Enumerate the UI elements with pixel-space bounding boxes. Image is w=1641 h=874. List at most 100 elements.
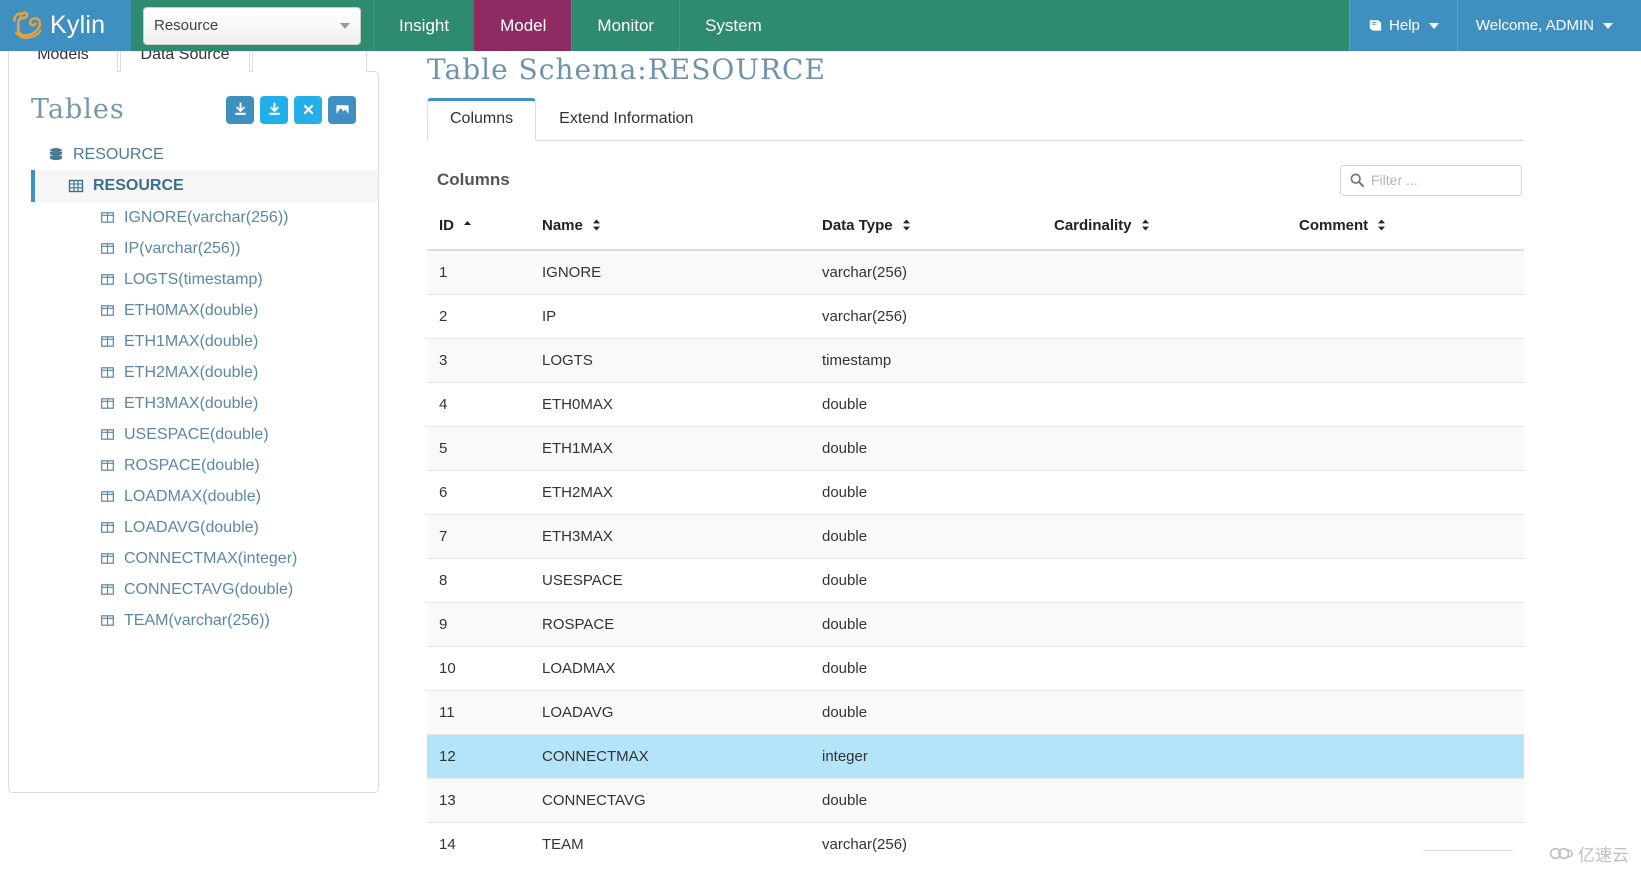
cell-comment: [1287, 733, 1524, 779]
table-row[interactable]: 1 IGNORE varchar(256): [427, 249, 1524, 295]
column-header-cardinality[interactable]: Cardinality: [1042, 207, 1287, 251]
tree-node-database[interactable]: RESOURCE: [9, 139, 378, 170]
tree-node-column[interactable]: ETH3MAX(double): [9, 388, 378, 419]
table-row[interactable]: 12 CONNECTMAX integer: [427, 733, 1524, 779]
nav-right: Help Welcome, ADMIN: [1349, 0, 1631, 51]
watermark-text: 亿速云: [1578, 846, 1629, 866]
snapshot-button[interactable]: [328, 95, 356, 124]
help-menu[interactable]: Help: [1349, 0, 1457, 51]
sort-both-icon: [1377, 218, 1386, 235]
tab-extend-information[interactable]: Extend Information: [536, 98, 716, 141]
column-header-id-label: ID: [439, 217, 454, 234]
unload-table-button[interactable]: [294, 95, 322, 124]
column-header-comment[interactable]: Comment: [1287, 207, 1524, 251]
nav-item-system-label: System: [705, 15, 762, 35]
tree-node-column[interactable]: TEAM(varchar(256)): [9, 605, 378, 636]
brand[interactable]: Kylin: [0, 0, 131, 51]
cell-cardinality: [1042, 293, 1287, 339]
cell-name: IP: [530, 293, 810, 339]
tables-tree: RESOURCE RESOURCE IGNORE(varchar(256)) IP…: [9, 133, 378, 636]
column-header-name-label: Name: [542, 217, 583, 234]
cell-name: ETH2MAX: [530, 469, 810, 515]
nav-item-system[interactable]: System: [679, 0, 787, 51]
table-row[interactable]: 7 ETH3MAX double: [427, 513, 1524, 559]
tree-node-column[interactable]: LOADAVG(double): [9, 512, 378, 543]
cell-name: CONNECTMAX: [530, 733, 810, 779]
project-select[interactable]: Resource: [143, 6, 361, 45]
tree-node-column-label: ROSPACE(double): [124, 456, 260, 474]
columns-panel: Columns ID: [427, 141, 1524, 866]
table-row[interactable]: 9 ROSPACE double: [427, 601, 1524, 647]
column-icon: [97, 272, 117, 287]
column-header-id[interactable]: ID: [427, 207, 530, 251]
sort-both-icon: [1141, 218, 1150, 235]
user-menu[interactable]: Welcome, ADMIN: [1456, 0, 1631, 51]
tree-node-table[interactable]: RESOURCE: [31, 170, 378, 202]
cell-comment: [1287, 821, 1524, 866]
column-icon: [97, 365, 117, 380]
tree-node-column[interactable]: LOGTS(timestamp): [9, 264, 378, 295]
tree-node-column-label: CONNECTMAX(integer): [124, 549, 298, 567]
cell-id: 2: [427, 293, 530, 339]
tree-node-column[interactable]: LOADMAX(double): [9, 481, 378, 512]
load-table-button[interactable]: [226, 95, 254, 124]
table-row[interactable]: 2 IP varchar(256): [427, 293, 1524, 339]
table-row[interactable]: 4 ETH0MAX double: [427, 381, 1524, 427]
nav-item-model[interactable]: Model: [474, 0, 572, 51]
table-row[interactable]: 11 LOADAVG double: [427, 689, 1524, 735]
cell-name: ETH3MAX: [530, 513, 810, 559]
tree-node-column-label: TEAM(varchar(256)): [124, 611, 270, 629]
tree-node-column-label: IGNORE(varchar(256)): [124, 208, 289, 226]
cell-id: 9: [427, 601, 530, 647]
table-row[interactable]: 14 TEAM varchar(256): [427, 821, 1524, 866]
tree-node-column[interactable]: IP(varchar(256)): [9, 233, 378, 264]
tree-node-column-label: LOGTS(timestamp): [124, 270, 263, 288]
cell-comment: [1287, 777, 1524, 823]
cell-name: ETH1MAX: [530, 425, 810, 471]
nav-item-insight[interactable]: Insight: [373, 0, 474, 51]
tab-columns[interactable]: Columns: [427, 98, 537, 141]
cell-cardinality: [1042, 469, 1287, 515]
cell-comment: [1287, 337, 1524, 383]
filter-input[interactable]: [1340, 164, 1522, 196]
cell-comment: [1287, 645, 1524, 691]
tree-node-column[interactable]: IGNORE(varchar(256)): [9, 202, 378, 233]
load-table-from-tree-button[interactable]: [260, 95, 288, 124]
nav-item-monitor[interactable]: Monitor: [571, 0, 679, 51]
column-header-name[interactable]: Name: [530, 207, 810, 251]
database-icon: [45, 147, 67, 163]
column-icon: [97, 303, 117, 318]
column-header-data-type[interactable]: Data Type: [810, 207, 1042, 251]
cell-type: integer: [810, 733, 1042, 779]
column-icon: [97, 334, 117, 349]
tree-node-column[interactable]: ETH2MAX(double): [9, 357, 378, 388]
table-row[interactable]: 3 LOGTS timestamp: [427, 337, 1524, 383]
column-icon: [97, 396, 117, 411]
tree-node-column-label: CONNECTAVG(double): [124, 580, 294, 598]
nav-links: Insight Model Monitor System: [373, 0, 787, 51]
table-row[interactable]: 5 ETH1MAX double: [427, 425, 1524, 471]
image-icon: [335, 105, 349, 114]
table-row[interactable]: 8 USESPACE double: [427, 557, 1524, 603]
cell-name: IGNORE: [530, 249, 810, 295]
cell-type: varchar(256): [810, 293, 1042, 339]
cell-name: ROSPACE: [530, 601, 810, 647]
table-row[interactable]: 10 LOADMAX double: [427, 645, 1524, 691]
filter-box: [1340, 164, 1522, 196]
tree-node-column[interactable]: USESPACE(double): [9, 419, 378, 450]
tree-node-column-label: LOADMAX(double): [124, 487, 261, 505]
column-icon: [97, 520, 117, 535]
table-row[interactable]: 6 ETH2MAX double: [427, 469, 1524, 515]
column-icon: [97, 241, 117, 256]
column-icon: [97, 489, 117, 504]
cell-cardinality: [1042, 733, 1287, 779]
table-row[interactable]: 13 CONNECTAVG double: [427, 777, 1524, 823]
tree-node-column[interactable]: ROSPACE(double): [9, 450, 378, 481]
tree-node-column[interactable]: ETH1MAX(double): [9, 326, 378, 357]
tree-node-column[interactable]: ETH0MAX(double): [9, 295, 378, 326]
chevron-down-icon: [1603, 22, 1613, 29]
chevron-down-icon: [1428, 22, 1439, 29]
top-navbar: Kylin Resource Insight Model Monitor Sys…: [0, 0, 1641, 51]
tree-node-column[interactable]: CONNECTAVG(double): [9, 574, 378, 605]
tree-node-column[interactable]: CONNECTMAX(integer): [9, 543, 378, 574]
